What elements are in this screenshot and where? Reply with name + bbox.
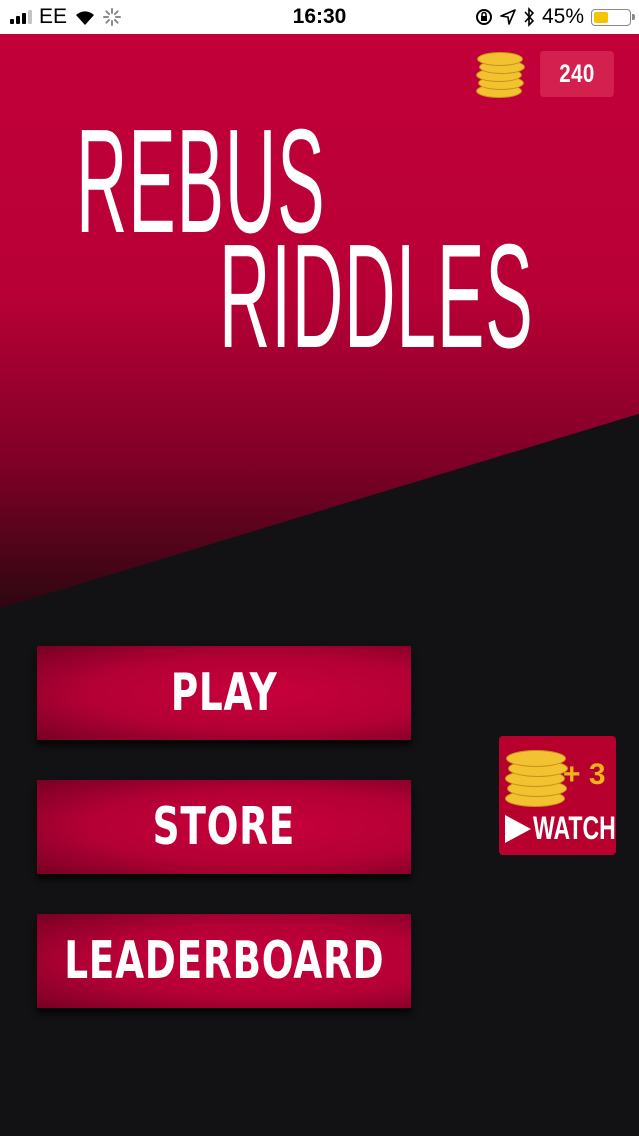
battery-level xyxy=(594,11,608,23)
leaderboard-button-label: LEADERBOARD xyxy=(63,931,385,991)
battery-icon xyxy=(591,8,635,26)
watch-bonus: + 3 xyxy=(563,758,606,791)
watch-row: WATCH xyxy=(505,810,639,847)
coin-count: 240 xyxy=(540,51,614,97)
status-right: 45% xyxy=(475,0,635,34)
coin-stack-icon xyxy=(476,50,526,98)
store-button-label: STORE xyxy=(152,797,296,857)
title-line-2: RIDDLES xyxy=(219,214,534,379)
status-bar: EE 16:30 45% xyxy=(0,0,639,34)
store-button[interactable]: STORE xyxy=(37,780,411,874)
coin-stack-icon xyxy=(505,748,568,808)
coin-counter[interactable]: 240 xyxy=(476,50,622,98)
leaderboard-button[interactable]: LEADERBOARD xyxy=(37,914,411,1008)
play-button-label: PLAY xyxy=(170,663,278,723)
rotation-lock-icon xyxy=(475,9,492,25)
battery-percent: 45% xyxy=(541,5,584,28)
bluetooth-icon xyxy=(524,7,535,27)
watch-video-button[interactable]: + 3 WATCH xyxy=(499,736,616,855)
play-button[interactable]: PLAY xyxy=(37,646,411,740)
watch-label: WATCH xyxy=(533,810,616,846)
play-icon xyxy=(505,814,531,843)
location-icon xyxy=(500,9,516,25)
